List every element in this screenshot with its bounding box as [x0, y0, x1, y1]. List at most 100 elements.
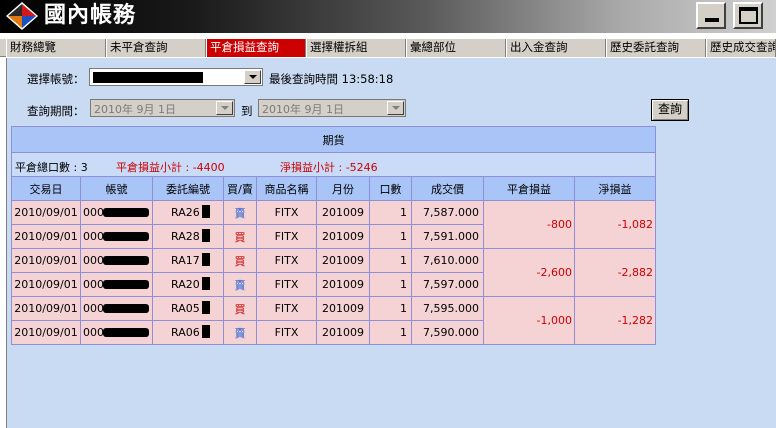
product-cell: FITX [256, 200, 317, 225]
close-pnl-subtotal: 平倉損益小計 : -4400 [116, 160, 225, 174]
month-cell: 201009 [316, 320, 370, 345]
query-button[interactable]: 查詢 [651, 99, 689, 121]
col-header-qty[interactable]: 口數 [369, 176, 412, 201]
redacted-account [93, 72, 203, 83]
net-pnl-cell: -1,282 [573, 296, 657, 345]
col-header-month[interactable]: 月份 [316, 176, 370, 201]
minimize-button[interactable] [696, 2, 726, 29]
net-pnl-cell: -1,082 [573, 200, 657, 249]
price-cell: 7,610.000 [411, 248, 484, 273]
section-title-futures: 期貨 [10, 126, 657, 153]
qty-cell: 1 [369, 224, 412, 249]
last-query-time: 13:58:18 [341, 72, 394, 86]
month-cell: 201009 [316, 272, 370, 297]
tab-financial-overview[interactable]: 財務總覽 [6, 39, 106, 57]
price-cell: 7,590.000 [411, 320, 484, 345]
order-no-cell: RA20 [152, 272, 224, 297]
col-header-trade-date[interactable]: 交易日 [11, 176, 81, 201]
account-cell: 000- [80, 272, 153, 297]
chevron-down-icon[interactable] [244, 70, 261, 84]
month-cell: 201009 [316, 248, 370, 273]
minimize-icon [705, 18, 719, 22]
table-row[interactable]: 2010/09/01 000- RA17 買 FITX 201009 1 7,6… [11, 248, 657, 297]
order-no-prefix: RA26 [171, 206, 200, 219]
col-header-account[interactable]: 帳號 [80, 176, 153, 201]
redacted-order-no [202, 277, 210, 290]
side-cell: 買 [223, 248, 257, 273]
qty-cell: 1 [369, 320, 412, 345]
title-bar: 國內帳務 [0, 0, 776, 33]
table-row[interactable]: 2010/09/01 000- RA26 賣 FITX 201009 1 7,5… [11, 200, 657, 249]
trade-date-cell: 2010/09/01 [11, 272, 81, 297]
net-pnl-cell: -2,882 [573, 248, 657, 297]
order-no-cell: RA17 [152, 248, 224, 273]
qty-cell: 1 [369, 272, 412, 297]
month-cell: 201009 [316, 296, 370, 321]
col-header-side[interactable]: 買/賣 [223, 176, 257, 201]
end-date-value: 2010年 9月 1日 [262, 103, 344, 116]
tab-position-summary[interactable]: 彙總部位 [406, 39, 506, 57]
app-logo-icon [6, 2, 38, 30]
order-no-prefix: RA06 [171, 326, 200, 339]
trade-date-cell: 2010/09/01 [11, 296, 81, 321]
redacted-order-no [202, 301, 210, 314]
chevron-down-icon[interactable] [216, 101, 233, 115]
last-query-text: 最後查詢時間 [269, 72, 338, 86]
redacted-account [103, 208, 149, 217]
col-header-product[interactable]: 商品名稱 [256, 176, 317, 201]
product-cell: FITX [256, 248, 317, 273]
start-date-picker[interactable]: 2010年 9月 1日 [90, 99, 235, 117]
redacted-order-no [202, 253, 210, 266]
maximize-button[interactable] [733, 2, 763, 29]
redacted-account [103, 232, 149, 241]
redacted-account [103, 328, 149, 337]
side-cell: 買 [223, 224, 257, 249]
order-no-prefix: RA17 [171, 254, 200, 267]
qty-cell: 1 [369, 296, 412, 321]
tab-closed-pnl-query[interactable]: 平倉損益查詢 [206, 39, 306, 57]
redacted-order-no [202, 229, 210, 242]
redacted-account [103, 280, 149, 289]
maximize-icon [739, 7, 758, 24]
price-cell: 7,595.000 [411, 296, 484, 321]
col-header-net-pnl[interactable]: 淨損益 [573, 176, 657, 201]
qty-cell: 1 [369, 200, 412, 225]
account-label: 選擇帳號： [27, 72, 85, 86]
side-cell: 賣 [223, 272, 257, 297]
col-header-order-no[interactable]: 委託編號 [152, 176, 224, 201]
account-cell: 000- [80, 320, 153, 345]
chevron-down-icon[interactable] [387, 101, 404, 115]
tab-trade-history[interactable]: 歷史成交查詢 [706, 39, 776, 57]
app-window: 國內帳務 財務總覽 未平倉查詢 平倉損益查詢 選擇權拆組 彙總部位 出入金查詢 … [0, 0, 776, 428]
product-cell: FITX [256, 320, 317, 345]
order-no-prefix: RA20 [171, 278, 200, 291]
product-cell: FITX [256, 224, 317, 249]
price-cell: 7,597.000 [411, 272, 484, 297]
col-header-price[interactable]: 成交價 [411, 176, 484, 201]
account-select[interactable] [89, 68, 263, 86]
side-cell: 賣 [223, 320, 257, 345]
trade-date-cell: 2010/09/01 [11, 248, 81, 273]
tab-strip: 財務總覽 未平倉查詢 平倉損益查詢 選擇權拆組 彙總部位 出入金查詢 歷史委託查… [0, 39, 776, 57]
end-date-picker[interactable]: 2010年 9月 1日 [258, 99, 406, 117]
month-cell: 201009 [316, 200, 370, 225]
close-pnl-cell: -1,000 [483, 296, 575, 345]
closed-pnl-table: 期貨 平倉總口數 : 3 平倉損益小計 : -4400 淨損益小計 : -524… [10, 126, 657, 345]
tab-deposit-withdrawal-query[interactable]: 出入金查詢 [506, 39, 606, 57]
table-row[interactable]: 2010/09/01 000- RA05 買 FITX 201009 1 7,5… [11, 296, 657, 345]
account-cell: 000- [80, 224, 153, 249]
order-no-cell: RA05 [152, 296, 224, 321]
close-pnl-cell: -2,600 [483, 248, 575, 297]
price-cell: 7,587.000 [411, 200, 484, 225]
account-cell: 000- [80, 296, 153, 321]
order-no-cell: RA06 [152, 320, 224, 345]
net-pnl-subtotal: 淨損益小計 : -5246 [280, 160, 378, 174]
price-cell: 7,591.000 [411, 224, 484, 249]
tab-order-history[interactable]: 歷史委託查詢 [606, 39, 706, 57]
redacted-account [103, 304, 149, 313]
tab-option-split[interactable]: 選擇權拆組 [306, 39, 406, 57]
col-header-close-pnl[interactable]: 平倉損益 [483, 176, 575, 201]
order-no-cell: RA26 [152, 200, 224, 225]
month-cell: 201009 [316, 224, 370, 249]
tab-open-position-query[interactable]: 未平倉查詢 [106, 39, 206, 57]
